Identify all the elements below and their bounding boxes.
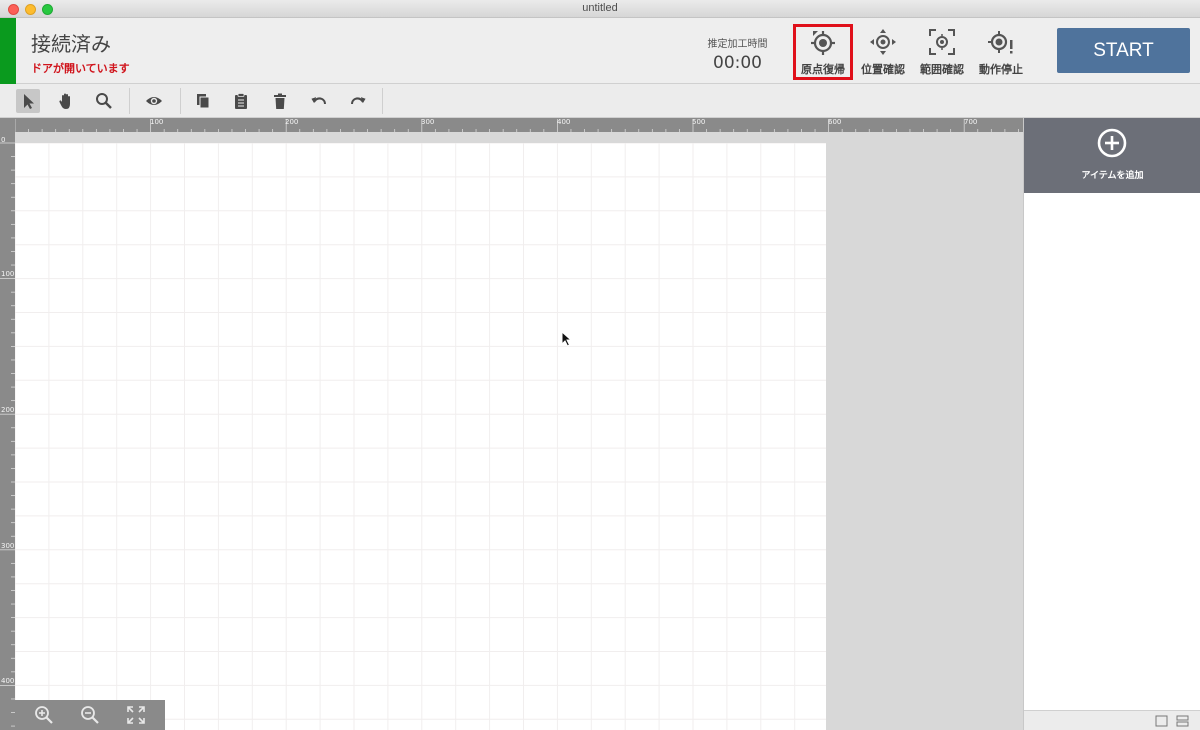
home-origin-button[interactable]: 原点復帰 [793,24,853,80]
start-button[interactable]: START [1057,28,1190,73]
paste-clipboard-icon [235,93,247,109]
stop-motion-icon [988,31,1013,54]
undo-button[interactable] [307,89,331,113]
ruler-label: 300 [1,542,15,550]
trash-icon [274,93,286,109]
fit-screen-button[interactable] [125,704,147,726]
fit-screen-icon [127,706,145,724]
hand-pan-icon [59,93,70,109]
connection-status: 接続済み [31,32,111,56]
copy-icon [197,94,210,109]
select-tool-button[interactable] [16,89,40,113]
header: 接続済み ドアが開いています 推定加工時間 00:00 原点復帰 位置確認 範囲… [0,18,1200,84]
eye-preview-icon [146,97,162,105]
zoom-in-icon [35,706,53,724]
range-check-label: 範囲確認 [920,63,964,76]
ruler-label: 400 [1,677,15,685]
panel-footer [1024,710,1200,730]
grid-lines [14,142,826,730]
zoom-tool-button[interactable] [92,89,116,113]
horizontal-ruler: 0 100 200 300 400 500 600 700 [0,118,1023,133]
title-bar: untitled [0,0,1200,18]
vertical-ruler-ticks [0,142,15,727]
paste-button[interactable] [229,89,253,113]
add-item-label: アイテムを追加 [1081,171,1144,181]
ruler-label: 200 [1,406,15,414]
stop-motion-label: 動作停止 [979,63,1023,76]
app-window: untitled 接続済み ドアが開いています 推定加工時間 00:00 原点復… [0,0,1200,730]
ruler-label: 300 [421,118,435,126]
ruler-label: 600 [828,118,842,126]
zoom-search-icon [96,93,112,109]
position-check-button[interactable]: 位置確認 [853,24,913,80]
range-check-button[interactable]: 範囲確認 [912,24,972,80]
connection-indicator [0,18,16,84]
redo-button[interactable] [346,89,370,113]
zoom-out-icon [81,706,99,724]
position-check-icon [870,29,896,55]
vertical-ruler: 0 100 200 300 400 [0,118,15,730]
ruler-label: 500 [692,118,706,126]
zoom-in-button[interactable] [33,704,55,726]
ruler-label: 700 [964,118,978,126]
add-item-button[interactable]: アイテムを追加 [1024,118,1200,193]
toolbar-divider [129,88,130,114]
mouse-cursor-icon [561,331,573,347]
add-circle-icon [1097,128,1127,158]
copy-button[interactable] [191,89,215,113]
ruler-label: 200 [285,118,299,126]
estimated-time-label: 推定加工時間 [707,39,768,50]
redo-icon [351,97,366,105]
pan-tool-button[interactable] [54,89,78,113]
delete-button[interactable] [268,89,292,113]
range-check-icon [929,29,955,55]
undo-icon [311,97,326,105]
toolbar-divider [382,88,383,114]
home-origin-icon [811,31,835,55]
toolbar [0,85,1200,118]
door-warning: ドアが開いています [31,62,130,75]
window-title: untitled [582,2,618,14]
single-view-icon[interactable] [1155,715,1168,727]
toolbar-divider [180,88,181,114]
ruler-label: 400 [557,118,571,126]
item-panel: アイテムを追加 [1023,118,1200,730]
home-origin-label: 原点復帰 [801,63,845,76]
preview-button[interactable] [142,89,166,113]
zoom-out-button[interactable] [79,704,101,726]
estimated-time-value: 00:00 [713,53,762,73]
zoom-controls [15,700,165,730]
ruler-label: 100 [1,270,15,278]
select-arrow-icon [24,94,34,109]
ruler-label: 100 [150,118,164,126]
ruler-label: 0 [1,136,6,144]
stop-motion-button[interactable]: 動作停止 [971,24,1031,80]
work-area[interactable] [14,142,826,730]
split-view-icon[interactable] [1176,715,1189,727]
position-check-label: 位置確認 [861,63,905,76]
